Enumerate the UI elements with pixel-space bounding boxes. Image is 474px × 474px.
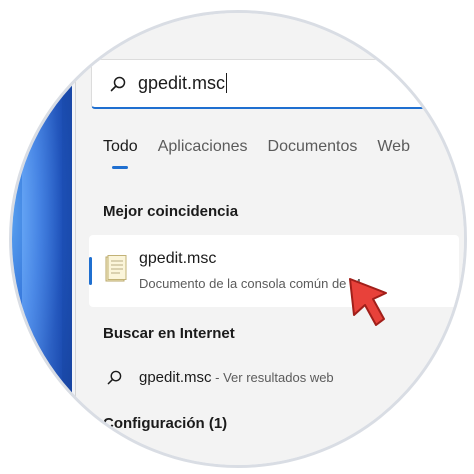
search-query: gpedit.msc	[138, 73, 228, 93]
settings-heading: Configuración (1)	[103, 415, 228, 432]
red-arrow-pointer-icon	[349, 278, 387, 326]
chevron-right-icon[interactable]: ›	[434, 367, 439, 385]
tab-label: Todo	[103, 138, 138, 155]
search-icon	[107, 370, 122, 385]
tab-label: Documentos	[267, 138, 358, 155]
zoom-lens: gpedit.msc Todo Aplicaciones Documentos …	[9, 10, 467, 468]
tab-web[interactable]: Web	[377, 138, 410, 156]
tab-todo[interactable]: Todo	[103, 138, 138, 169]
desktop-wallpaper	[12, 13, 72, 465]
result-title: gpedit.msc	[139, 250, 217, 267]
web-search-text: gpedit.msc - Ver resultados web	[139, 369, 334, 386]
text-caret	[226, 73, 228, 93]
search-icon	[110, 76, 126, 92]
screenshot-stage: gpedit.msc Todo Aplicaciones Documentos …	[0, 0, 474, 474]
best-match-result[interactable]: gpedit.msc Documento de la consola común…	[89, 235, 459, 307]
web-query: gpedit.msc	[139, 369, 212, 386]
search-tabs: Todo Aplicaciones Documentos Web	[103, 138, 410, 169]
search-panel: gpedit.msc Todo Aplicaciones Documentos …	[75, 13, 464, 465]
web-suffix: - Ver resultados web	[211, 370, 334, 385]
web-search-result[interactable]: gpedit.msc - Ver resultados web ›	[89, 357, 459, 397]
selection-accent	[89, 257, 92, 285]
tab-label: Aplicaciones	[157, 138, 248, 155]
internet-heading: Buscar en Internet	[103, 325, 235, 342]
tab-aplicaciones[interactable]: Aplicaciones	[158, 138, 248, 156]
active-tab-indicator	[112, 166, 128, 169]
tab-documentos[interactable]: Documentos	[268, 138, 358, 156]
tab-label: Web	[377, 138, 410, 155]
result-subtitle: Documento de la consola común de M...	[139, 276, 372, 291]
search-input[interactable]: gpedit.msc	[91, 59, 431, 109]
msc-file-icon	[105, 255, 127, 282]
best-match-heading: Mejor coincidencia	[103, 203, 239, 220]
